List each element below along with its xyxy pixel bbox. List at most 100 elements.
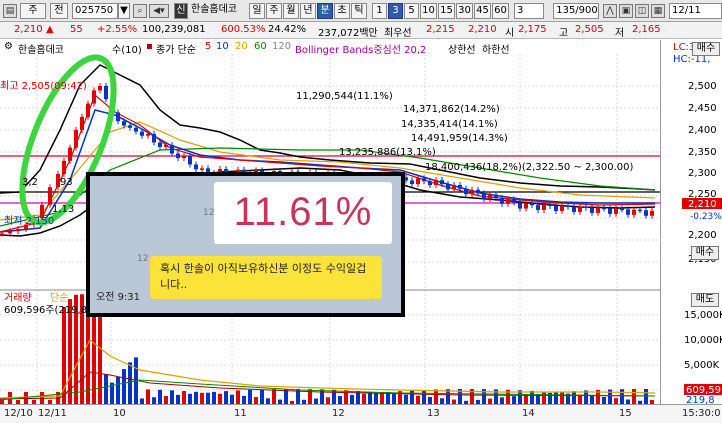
- toolbar: ▤ 주 전 025750 ▼ ⌕ ◀▾ 신 한솔홈데코 일 주 월 년 분 초 …: [0, 0, 722, 22]
- candle: [194, 164, 198, 170]
- date-input[interactable]: 12/11: [669, 3, 722, 19]
- time-label: 15:30:0: [682, 408, 721, 419]
- candle: [602, 207, 606, 210]
- legend-ma-20: 20: [235, 41, 248, 52]
- legend-ma-10: 10: [216, 41, 229, 52]
- candle: [16, 229, 20, 232]
- minute-5[interactable]: 5: [404, 3, 419, 19]
- volume-bar: [404, 394, 408, 404]
- candle: [128, 125, 132, 128]
- volume-readout: 609,596주(219,8: [4, 305, 87, 316]
- date-label: 15: [619, 408, 632, 419]
- date-label: 10: [113, 408, 126, 419]
- candle: [0, 233, 4, 235]
- current-price-tag-text: 2,210: [688, 199, 717, 210]
- volume-bar: [392, 393, 396, 404]
- price-tick: 2,450: [688, 103, 717, 114]
- prev-button[interactable]: 전: [50, 3, 68, 19]
- annotation-1: 11,290,544(11.1%): [296, 91, 393, 102]
- tab-minute[interactable]: 분: [317, 3, 333, 19]
- change-pct: +2.55%: [97, 24, 138, 35]
- volume-bar: [590, 395, 594, 404]
- sound-icon[interactable]: ◀▾: [149, 4, 169, 18]
- minute-15[interactable]: 15: [438, 3, 455, 19]
- candle: [512, 199, 516, 203]
- tab-month[interactable]: 월: [283, 3, 299, 19]
- tab-tick[interactable]: 틱: [351, 3, 367, 19]
- volume-bar: [170, 390, 174, 404]
- return-percentage: 11.61%: [233, 190, 373, 234]
- minute-60[interactable]: 60: [492, 3, 509, 19]
- price-tick: 2,500: [688, 81, 717, 92]
- save-icon[interactable]: ▣: [619, 4, 633, 18]
- price-tick: 2,400: [688, 125, 717, 136]
- price-change: 55: [70, 24, 83, 35]
- minute-30[interactable]: 30: [456, 3, 473, 19]
- candle: [644, 210, 648, 216]
- annotation-5: 13,235,886(13.1%): [339, 147, 436, 158]
- buy-button[interactable]: 매수: [691, 246, 719, 260]
- volume-bar: [152, 397, 156, 404]
- candle: [620, 208, 624, 211]
- candle: [440, 180, 444, 185]
- minute-3[interactable]: 3: [388, 3, 403, 19]
- minute-1[interactable]: 1: [372, 3, 387, 19]
- volume-bar: [368, 391, 372, 404]
- candle: [554, 206, 558, 211]
- candle: [446, 184, 450, 190]
- candle: [188, 156, 192, 165]
- volume-bar: [104, 374, 108, 404]
- minute-45[interactable]: 45: [474, 3, 491, 19]
- candle: [434, 180, 438, 186]
- stock-code-input[interactable]: 025750: [72, 3, 118, 19]
- code-dropdown[interactable]: ▼: [118, 3, 130, 19]
- tab-day[interactable]: 일: [249, 3, 265, 19]
- volume-bar: [350, 394, 354, 404]
- interval-select[interactable]: 3: [514, 3, 544, 19]
- candle: [158, 142, 162, 147]
- volume-bar: [188, 393, 192, 404]
- candle: [542, 204, 546, 210]
- date-label: 12: [332, 408, 345, 419]
- candle: [428, 181, 432, 186]
- candle: [134, 127, 138, 132]
- return-card: 11.61%: [214, 182, 392, 244]
- search-icon[interactable]: ⌕: [133, 4, 147, 18]
- chart-menu-icon[interactable]: ▤: [3, 4, 17, 18]
- sell-button[interactable]: 매도: [691, 293, 719, 307]
- candle: [626, 209, 630, 215]
- count-field[interactable]: 135/900: [553, 3, 599, 19]
- candle: [182, 156, 186, 159]
- calendar-icon[interactable]: ▦: [651, 4, 665, 18]
- minute-10[interactable]: 10: [420, 3, 437, 19]
- volume-bar: [560, 391, 564, 404]
- volume-bar: [236, 390, 240, 404]
- legend-ma-120: 120: [272, 41, 292, 52]
- tab-year[interactable]: 년: [300, 3, 316, 19]
- candle: [92, 90, 96, 104]
- chart-icon[interactable]: ⋀: [603, 4, 617, 18]
- candle: [422, 178, 426, 182]
- candle: [596, 207, 600, 213]
- volume-bar: [194, 391, 198, 404]
- volume-current-text-2: 219,8: [686, 395, 715, 404]
- volume-bar: [512, 396, 516, 404]
- volume-bar: [218, 393, 222, 404]
- volume-bar: [248, 389, 252, 404]
- low-value: 2,165: [632, 24, 661, 35]
- candle: [146, 133, 150, 136]
- lock-icon[interactable]: ◫: [635, 4, 649, 18]
- volume-bar: [416, 395, 420, 404]
- tab-week[interactable]: 주: [266, 3, 282, 19]
- price-tick: 2,350: [688, 147, 717, 158]
- candle: [122, 121, 126, 126]
- partial-label-2: 93: [60, 177, 73, 188]
- volume-bar: [182, 391, 186, 404]
- tab-second[interactable]: 초: [334, 3, 350, 19]
- volume-bar: [380, 392, 384, 404]
- candle: [632, 209, 636, 215]
- date-label: 12/10: [4, 408, 33, 419]
- period-select[interactable]: 주: [20, 3, 46, 19]
- chart-settings-icon[interactable]: ⚙: [4, 41, 13, 52]
- volume-bar: [410, 390, 414, 404]
